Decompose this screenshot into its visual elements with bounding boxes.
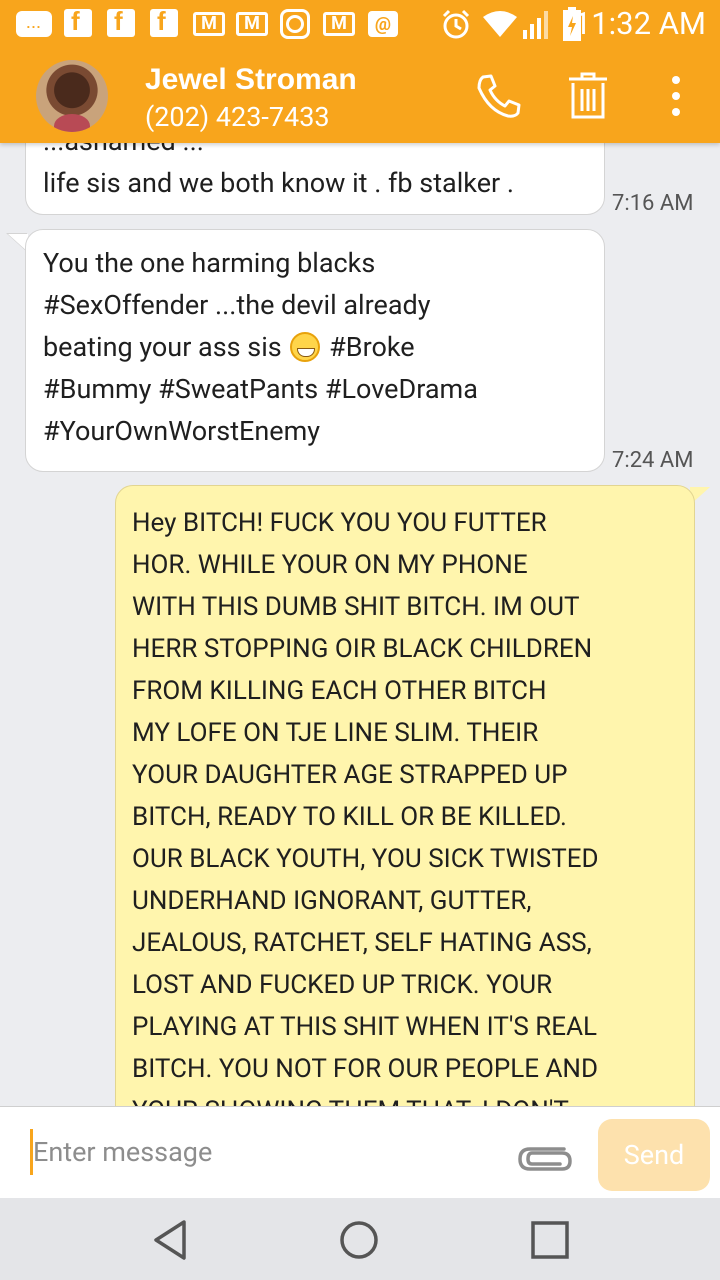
app-header: ... f f f M M M @ 11:32 AM Jewel Stroman… — [0, 0, 720, 143]
message-line: #SexOffender ...the devil already — [43, 289, 431, 321]
email-icon: @ — [368, 11, 398, 37]
message-text: beating your ass sis — [43, 331, 282, 363]
message-line: MY LOFE ON TJE LINE SLIM. THEIR — [132, 718, 539, 748]
system-nav-bar — [0, 1198, 720, 1280]
message-bubble-incoming[interactable]: You the one harming blacks #SexOffender … — [25, 229, 605, 472]
message-line: UNDERHAND IGNORANT, GUTTER, — [132, 886, 532, 916]
message-line: You the one harming blacks — [43, 247, 376, 279]
conversation[interactable]: ...ashamed ... life sis and we both know… — [0, 143, 720, 1106]
gmail-icon: M — [193, 12, 225, 36]
call-button[interactable] — [471, 68, 527, 124]
message-timestamp: 7:24 AM — [612, 448, 694, 473]
signal-icon — [523, 11, 548, 39]
facebook-icon: f — [64, 6, 92, 37]
message-line: JEALOUS, RATCHET, SELF HATING ASS, — [132, 928, 592, 958]
home-button[interactable] — [335, 1216, 383, 1264]
call-icon — [477, 74, 521, 118]
message-line: BITCH, READY TO KILL OR BE KILLED. — [132, 802, 567, 832]
send-button[interactable]: Send — [598, 1119, 710, 1191]
message-line: Hey BITCH! FUCK YOU YOU FUTTER — [132, 508, 547, 538]
grinning-face-icon — [290, 332, 321, 362]
gmail-icon: M — [236, 12, 268, 36]
recents-icon — [531, 1221, 569, 1259]
more-options-button[interactable] — [650, 68, 702, 124]
delete-icon — [569, 72, 607, 119]
message-line: LOST AND FUCKED UP TRICK. YOUR — [132, 970, 553, 1000]
message-bubble-incoming[interactable]: ...ashamed ... life sis and we both know… — [25, 143, 605, 215]
message-composer: Send — [0, 1106, 720, 1198]
contact-name[interactable]: Jewel Stroman — [145, 63, 357, 97]
message-line: WITH THIS DUMB SHIT BITCH. IM OUT — [132, 592, 580, 622]
gmail-icon: M — [323, 12, 355, 36]
status-bar: ... f f f M M M @ 11:32 AM — [0, 0, 720, 48]
status-time: 11:32 AM — [573, 5, 706, 42]
more-options-icon — [672, 76, 680, 116]
message-line: BITCH. YOU NOT FOR OUR PEOPLE AND — [132, 1054, 599, 1084]
facebook-icon: f — [150, 6, 178, 37]
contact-avatar[interactable] — [36, 60, 108, 132]
message-input[interactable] — [30, 1129, 500, 1175]
message-line: beating your ass sis #Broke — [43, 326, 586, 368]
instagram-icon — [280, 9, 310, 39]
delete-button[interactable] — [560, 68, 616, 124]
message-line: life sis and we both know it . fb stalke… — [43, 167, 514, 199]
recents-button[interactable] — [526, 1216, 574, 1264]
alarm-icon — [442, 9, 470, 39]
message-line: FROM KILLING EACH OTHER BITCH — [132, 676, 547, 706]
message-line: HOR. WHILE YOUR ON MY PHONE — [132, 550, 528, 580]
message-line: #YourOwnWorstEnemy — [43, 415, 321, 447]
message-line: #Bummy #SweatPants #LoveDrama — [43, 373, 478, 405]
message-line: YOUR DAUGHTER AGE STRAPPED UP — [132, 760, 568, 790]
message-line: YOUR SHOWING THEM THAT. I DON'T — [132, 1090, 676, 1106]
contact-phone: (202) 423-7433 — [145, 101, 330, 133]
message-bubble-outgoing[interactable]: Hey BITCH! FUCK YOU YOU FUTTER HOR. WHIL… — [115, 485, 695, 1106]
message-text: #Broke — [329, 331, 415, 363]
message-line: OUR BLACK YOUTH, YOU SICK TWISTED — [132, 844, 599, 874]
wifi-icon — [483, 11, 517, 37]
message-line: HERR STOPPING OIR BLACK CHILDREN — [132, 634, 593, 664]
message-line: ...ashamed ... — [43, 143, 586, 162]
message-line: PLAYING AT THIS SHIT WHEN IT'S REAL — [132, 1012, 598, 1042]
paperclip-icon[interactable] — [516, 1137, 574, 1173]
back-button[interactable] — [146, 1216, 194, 1264]
more-notifications-icon: ... — [16, 11, 52, 37]
back-icon — [154, 1220, 186, 1260]
message-timestamp: 7:16 AM — [612, 191, 694, 216]
home-icon — [340, 1221, 378, 1259]
facebook-icon: f — [107, 6, 135, 37]
